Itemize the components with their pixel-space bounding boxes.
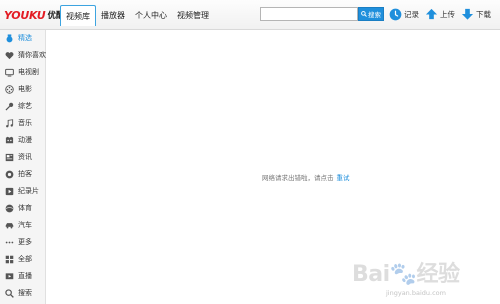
sidebar-item-featured[interactable]: 精选 bbox=[0, 30, 46, 46]
sidebar-item-label: 电影 bbox=[18, 85, 32, 93]
history-button[interactable]: 记录 bbox=[388, 8, 419, 22]
download-arrow-icon bbox=[460, 8, 474, 22]
sidebar-item-tv-series[interactable]: 电视剧 bbox=[0, 64, 46, 80]
sidebar-item-cars[interactable]: 汽车 bbox=[0, 217, 46, 233]
upload-button[interactable]: 上传 bbox=[424, 8, 455, 22]
tab-video-management[interactable]: 视频管理 bbox=[172, 5, 214, 26]
sidebar-item-label: 全部 bbox=[18, 255, 32, 263]
featured-icon bbox=[5, 33, 14, 43]
news-icon bbox=[5, 153, 14, 162]
sidebar-item-search[interactable]: 搜索 bbox=[0, 285, 46, 301]
baidu-jingyan-watermark: Bai🐾经验 bbox=[352, 252, 460, 292]
cartoon-face-icon bbox=[5, 136, 14, 145]
sidebar-item-label: 动漫 bbox=[18, 136, 32, 144]
header-actions: 记录 上传 下载 bbox=[388, 7, 496, 22]
sidebar-item-paike[interactable]: 拍客 bbox=[0, 166, 46, 182]
history-label: 记录 bbox=[404, 10, 419, 19]
sidebar-item-label: 直播 bbox=[18, 272, 32, 280]
sidebar-item-label: 精选 bbox=[18, 34, 32, 42]
search-button-label: 搜索 bbox=[368, 11, 381, 19]
sidebar-item-live[interactable]: 直播 bbox=[0, 268, 46, 284]
download-label: 下载 bbox=[476, 10, 491, 19]
sidebar-item-movies[interactable]: 电影 bbox=[0, 81, 46, 97]
camera-icon bbox=[5, 170, 14, 179]
sidebar-item-variety[interactable]: 综艺 bbox=[0, 98, 46, 114]
sidebar-item-documentary[interactable]: 纪录片 bbox=[0, 183, 46, 199]
heart-icon bbox=[5, 51, 14, 60]
search-box: 搜索 bbox=[260, 7, 384, 21]
car-icon bbox=[5, 221, 14, 230]
sidebar-item-label: 搜索 bbox=[18, 289, 32, 297]
tv-icon bbox=[5, 68, 14, 77]
retry-link[interactable]: 重试 bbox=[337, 174, 350, 182]
tab-player[interactable]: 播放器 bbox=[96, 5, 130, 26]
logo-wordmark: YOUKU bbox=[4, 8, 46, 22]
sidebar-item-label: 综艺 bbox=[18, 102, 32, 110]
sidebar-item-label: 拍客 bbox=[18, 170, 32, 178]
more-dots-icon bbox=[5, 238, 14, 247]
documentary-icon bbox=[5, 187, 14, 196]
search-icon bbox=[361, 11, 367, 17]
sidebar-item-label: 体育 bbox=[18, 204, 32, 212]
sidebar-item-news[interactable]: 资讯 bbox=[0, 149, 46, 165]
sidebar-item-label: 资讯 bbox=[18, 153, 32, 161]
watermark-text: Bai🐾经验 bbox=[352, 262, 460, 287]
tab-video-library[interactable]: 视频库 bbox=[60, 5, 96, 26]
sidebar-item-all[interactable]: 全部 bbox=[0, 251, 46, 267]
sidebar-item-sports[interactable]: 体育 bbox=[0, 200, 46, 216]
sidebar-item-label: 更多 bbox=[18, 238, 32, 246]
sidebar-item-label: 电视剧 bbox=[18, 68, 39, 76]
top-bar: YOUKU 优酷 ▾ 视频库 播放器 个人中心 视频管理 搜索 记录 上传 bbox=[0, 0, 500, 30]
sidebar-item-more[interactable]: 更多 bbox=[0, 234, 46, 250]
sidebar-item-label: 纪录片 bbox=[18, 187, 39, 195]
ball-icon bbox=[5, 204, 14, 213]
search-icon bbox=[5, 288, 14, 298]
upload-arrow-icon bbox=[424, 8, 438, 22]
download-button[interactable]: 下载 bbox=[460, 8, 491, 22]
upload-label: 上传 bbox=[440, 10, 455, 19]
grid-icon bbox=[5, 255, 14, 264]
main-nav: 视频库 播放器 个人中心 视频管理 bbox=[60, 5, 214, 26]
microphone-icon bbox=[5, 102, 14, 111]
sidebar-item-guess-you-like[interactable]: 猜你喜欢 bbox=[0, 47, 46, 63]
sidebar-item-label: 汽车 bbox=[18, 221, 32, 229]
sidebar-item-music[interactable]: 音乐 bbox=[0, 115, 46, 131]
music-note-icon bbox=[5, 118, 14, 128]
film-reel-icon bbox=[5, 84, 14, 94]
live-icon bbox=[5, 272, 14, 281]
error-message: 网络请求出错啦，请点击 重试 bbox=[262, 172, 350, 182]
sidebar-item-anime[interactable]: 动漫 bbox=[0, 132, 46, 148]
error-message-text: 网络请求出错啦，请点击 bbox=[262, 174, 334, 182]
sidebar-item-label: 猜你喜欢 bbox=[18, 51, 46, 59]
search-button[interactable]: 搜索 bbox=[358, 7, 384, 21]
tab-personal-center[interactable]: 个人中心 bbox=[130, 5, 172, 26]
category-sidebar: 精选 猜你喜欢 电视剧 电影 综艺 音乐 动漫 资讯 拍客 纪录片 体育 汽车 … bbox=[0, 30, 46, 304]
clock-icon bbox=[388, 8, 402, 22]
sidebar-item-label: 音乐 bbox=[18, 119, 32, 127]
watermark-url: jingyan.baidu.com bbox=[386, 289, 446, 297]
search-input[interactable] bbox=[260, 7, 358, 21]
